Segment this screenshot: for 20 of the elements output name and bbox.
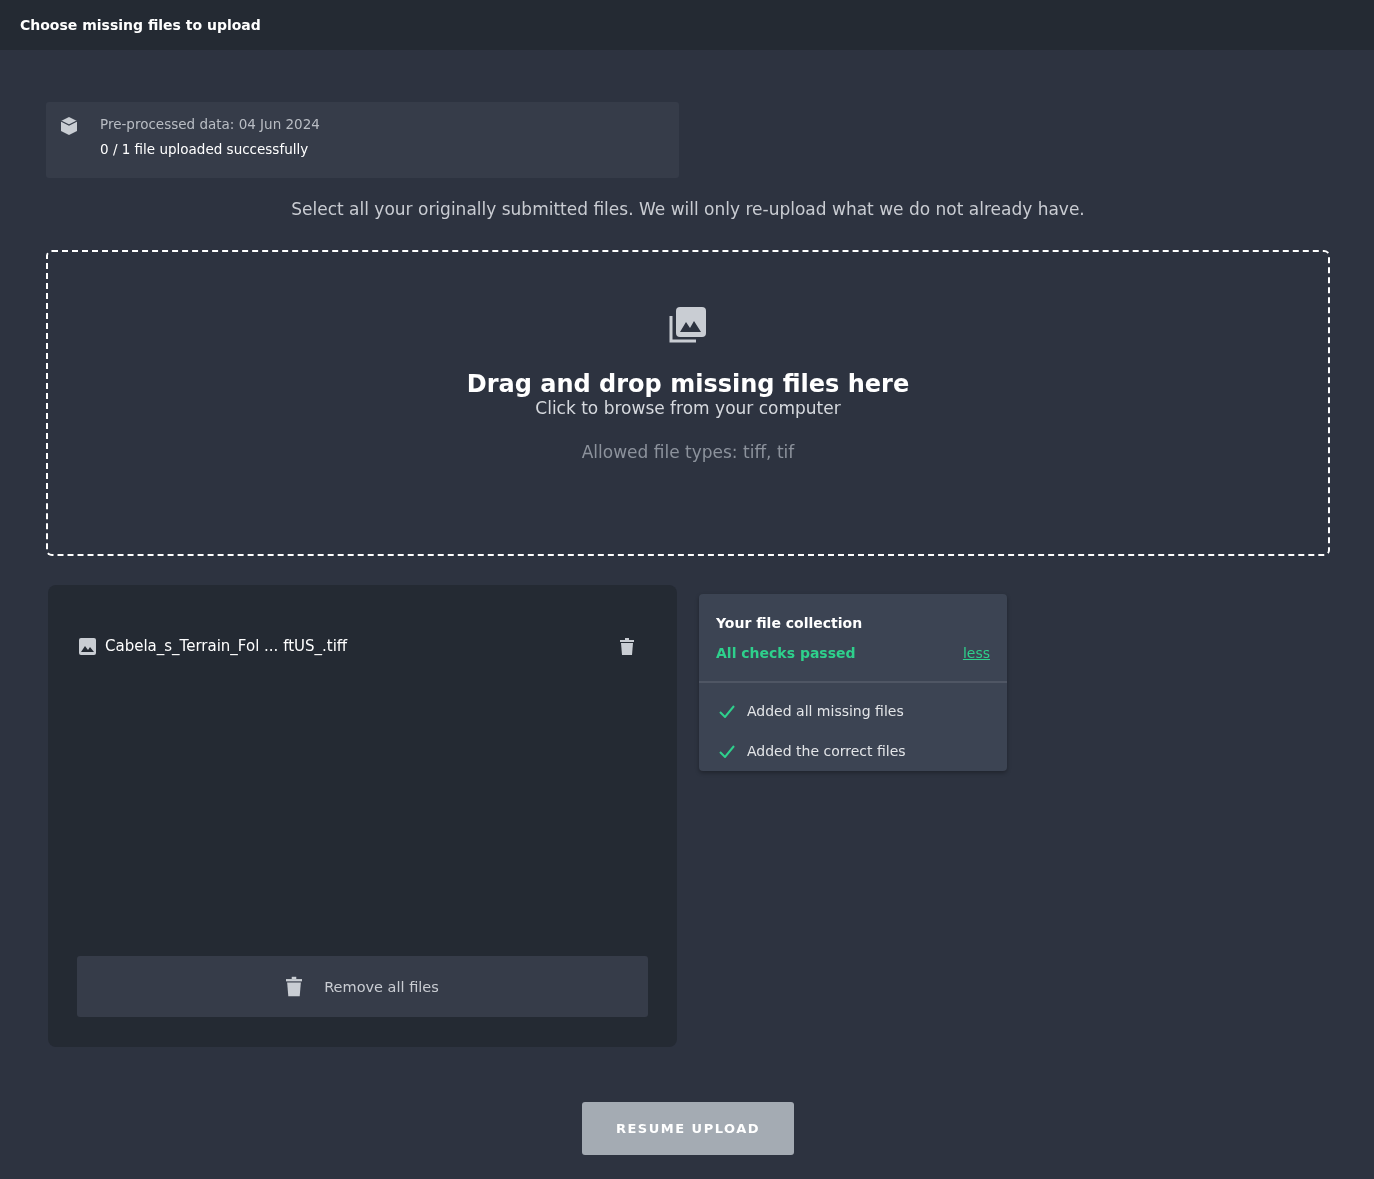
drop-zone[interactable]: Drag and drop missing files here Click to browse from your computer Allowed file types: tiff, tif: [46, 250, 1330, 556]
data-date: Pre-processed data: 04 Jun 2024: [100, 116, 320, 132]
instruction-text: Select all your originally submitted files. We will only re-upload what we do not already have.: [290, 198, 1086, 220]
dialog-title: Choose missing files to upload: [20, 17, 261, 33]
delete-icon[interactable]: [620, 637, 634, 655]
toggle-link[interactable]: less: [962, 645, 990, 661]
upload-status: 0 / 1 file uploaded successfully: [100, 141, 310, 157]
collection-title: Your file collection: [716, 615, 864, 631]
remove-all-button[interactable]: Remove all files: [77, 956, 648, 1017]
check-label: Added all missing files: [747, 703, 904, 719]
trash-icon: [286, 976, 303, 997]
drop-heading: Drag and drop missing files here: [466, 370, 910, 398]
images-icon: [668, 306, 708, 344]
allowed-types: Allowed file types: tiff, tif: [581, 442, 795, 462]
check-label: Added the correct files: [747, 743, 906, 759]
checks-status: All checks passed: [716, 645, 856, 661]
drop-subheading: Click to browse from your computer: [535, 398, 841, 418]
cube-icon: [59, 116, 79, 136]
image-icon: [79, 637, 96, 655]
file-name: Cabela_s_Terrain_Fol ... ftUS_.tiff: [105, 637, 349, 655]
